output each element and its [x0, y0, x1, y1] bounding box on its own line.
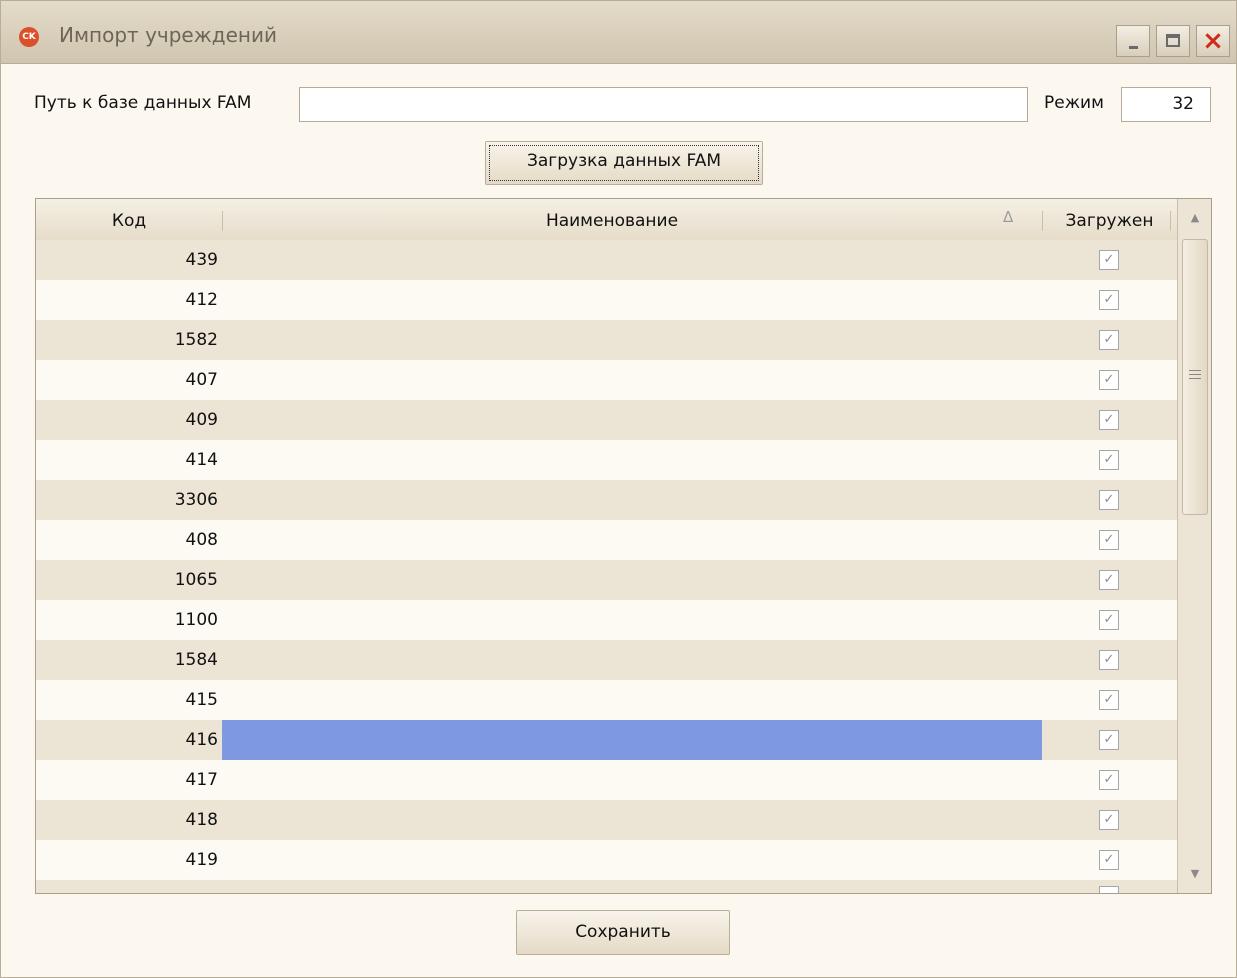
- table-row[interactable]: 414 ✓: [36, 440, 1177, 480]
- table-row[interactable]: 412 ✓: [36, 280, 1177, 320]
- loaded-checkbox[interactable]: ✓: [1099, 610, 1119, 630]
- window-title: Импорт учреждений: [59, 23, 277, 47]
- maximize-button[interactable]: [1156, 25, 1190, 57]
- loaded-checkbox[interactable]: ✓: [1099, 810, 1119, 830]
- column-header-loaded[interactable]: Загружен: [1042, 199, 1177, 239]
- table-row[interactable]: 1584 ✓: [36, 640, 1177, 680]
- save-button[interactable]: Сохранить: [516, 910, 730, 955]
- loaded-checkbox[interactable]: ✓: [1099, 370, 1119, 390]
- table-row[interactable]: 418 ✓: [36, 800, 1177, 840]
- mode-label: Режим: [1044, 93, 1104, 113]
- loaded-checkbox[interactable]: ✓: [1099, 330, 1119, 350]
- grid-rows: 439 ✓ 412 ✓ 1582 ✓ 407 ✓ 409 ✓ 414 ✓ 3306 ✓ 408 ✓ 1065 ✓ 1…: [36, 240, 1177, 880]
- loaded-checkbox[interactable]: ✓: [1099, 410, 1119, 430]
- code-cell: 1582: [174, 330, 218, 350]
- scroll-down-arrow-icon[interactable]: ▼: [1182, 859, 1208, 889]
- code-cell: 407: [185, 370, 218, 390]
- table-row-partial[interactable]: [36, 880, 1177, 893]
- name-cell: [222, 600, 1042, 640]
- name-cell: [222, 640, 1042, 680]
- loaded-checkbox[interactable]: ✓: [1099, 490, 1119, 510]
- code-cell: 1100: [174, 610, 218, 630]
- title-bar[interactable]: CK Импорт учреждений ×: [1, 1, 1236, 64]
- name-cell: [222, 560, 1042, 600]
- loaded-checkbox[interactable]: ✓: [1099, 530, 1119, 550]
- name-cell: [222, 240, 1042, 280]
- name-cell: [222, 360, 1042, 400]
- name-cell: [222, 440, 1042, 480]
- table-row[interactable]: 408 ✓: [36, 520, 1177, 560]
- scroll-up-arrow-icon[interactable]: ▲: [1182, 203, 1208, 233]
- loaded-checkbox[interactable]: ✓: [1099, 650, 1119, 670]
- code-cell: 408: [185, 530, 218, 550]
- code-cell: 1584: [174, 650, 218, 670]
- name-cell: [222, 480, 1042, 520]
- import-window: CK Импорт учреждений × Путь к базе данны…: [0, 0, 1237, 978]
- loaded-checkbox[interactable]: ✓: [1099, 770, 1119, 790]
- code-cell: 419: [185, 850, 218, 870]
- focus-rectangle: [489, 145, 759, 181]
- table-row[interactable]: 409 ✓: [36, 400, 1177, 440]
- name-cell: [222, 800, 1042, 840]
- close-button[interactable]: ×: [1196, 25, 1230, 57]
- db-path-label: Путь к базе данных FAM: [34, 93, 252, 113]
- code-cell: 409: [185, 410, 218, 430]
- vertical-scrollbar[interactable]: ▲ ▼: [1177, 199, 1211, 893]
- loaded-checkbox[interactable]: ✓: [1099, 570, 1119, 590]
- table-row[interactable]: 1065 ✓: [36, 560, 1177, 600]
- loaded-checkbox[interactable]: ✓: [1099, 850, 1119, 870]
- code-cell: 416: [185, 730, 218, 750]
- table-row[interactable]: 3306 ✓: [36, 480, 1177, 520]
- name-cell: [222, 520, 1042, 560]
- table-row[interactable]: 439 ✓: [36, 240, 1177, 280]
- table-row[interactable]: 1582 ✓: [36, 320, 1177, 360]
- institutions-grid[interactable]: Код Наименование Δ Загружен 439 ✓ 412 ✓ 1582…: [35, 198, 1212, 894]
- loaded-checkbox[interactable]: ✓: [1099, 250, 1119, 270]
- table-row[interactable]: 419 ✓: [36, 840, 1177, 880]
- grip-icon: [1189, 370, 1201, 379]
- code-cell: 1065: [174, 570, 218, 590]
- table-row[interactable]: 417 ✓: [36, 760, 1177, 800]
- table-row[interactable]: 416 ✓: [36, 720, 1177, 760]
- db-path-input[interactable]: [299, 87, 1028, 122]
- code-cell: 418: [185, 810, 218, 830]
- column-separator[interactable]: [1170, 211, 1171, 231]
- name-cell: [222, 320, 1042, 360]
- name-cell: [222, 400, 1042, 440]
- table-row[interactable]: 1100 ✓: [36, 600, 1177, 640]
- name-cell: [222, 680, 1042, 720]
- loaded-checkbox[interactable]: [1099, 886, 1119, 893]
- name-cell: [222, 280, 1042, 320]
- sort-ascending-icon: Δ: [1003, 208, 1014, 226]
- grid-header: Код Наименование Δ Загружен: [36, 199, 1177, 241]
- column-header-name[interactable]: Наименование: [222, 199, 1002, 239]
- table-row[interactable]: 407 ✓: [36, 360, 1177, 400]
- load-fam-button[interactable]: Загрузка данных FAM: [485, 141, 763, 185]
- minimize-button[interactable]: [1116, 25, 1150, 57]
- column-header-code[interactable]: Код: [36, 199, 222, 239]
- name-cell: [222, 720, 1042, 760]
- code-cell: 417: [185, 770, 218, 790]
- code-cell: 415: [185, 690, 218, 710]
- code-cell: 3306: [174, 490, 218, 510]
- name-cell: [222, 840, 1042, 880]
- code-cell: 414: [185, 450, 218, 470]
- loaded-checkbox[interactable]: ✓: [1099, 290, 1119, 310]
- close-icon: ×: [1202, 26, 1224, 56]
- scroll-thumb[interactable]: [1182, 239, 1208, 515]
- loaded-checkbox[interactable]: ✓: [1099, 730, 1119, 750]
- code-cell: 439: [185, 250, 218, 270]
- loaded-checkbox[interactable]: ✓: [1099, 690, 1119, 710]
- mode-input[interactable]: 32: [1121, 87, 1211, 122]
- code-cell: 412: [185, 290, 218, 310]
- loaded-checkbox[interactable]: ✓: [1099, 450, 1119, 470]
- name-cell: [222, 760, 1042, 800]
- app-logo-icon: CK: [19, 27, 39, 47]
- table-row[interactable]: 415 ✓: [36, 680, 1177, 720]
